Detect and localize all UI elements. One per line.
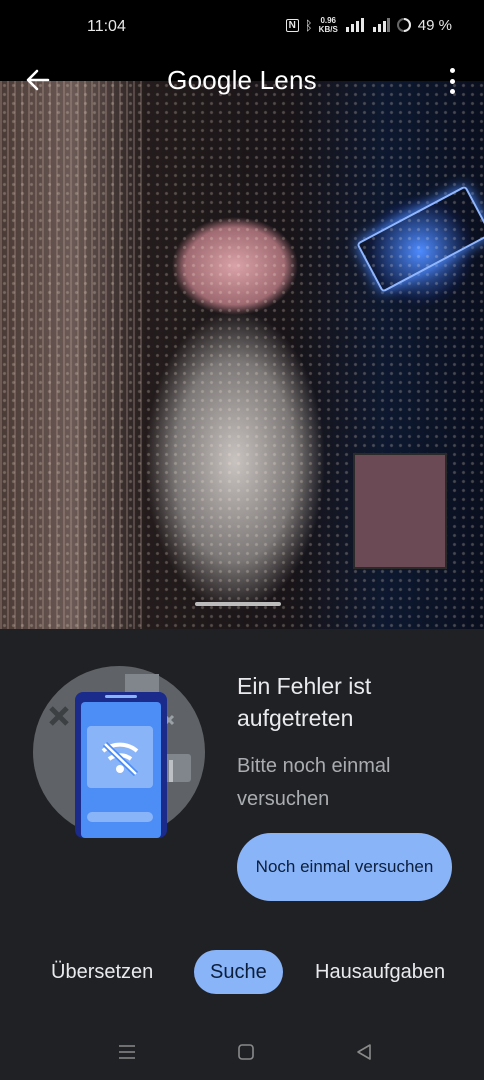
status-bar: 11:04 N ᛒ 0.96 KB/S 49 % <box>0 0 484 56</box>
system-nav-bar <box>0 1029 484 1080</box>
bluetooth-icon: ᛒ <box>304 17 313 33</box>
status-icons: N ᛒ 0.96 KB/S 49 % <box>285 16 452 34</box>
tab-homework[interactable]: Hausaufgaben <box>315 950 445 994</box>
bottom-sheet: Ein Fehler ist aufgetreten Bitte noch ei… <box>0 629 484 1080</box>
captured-photo[interactable] <box>0 81 484 629</box>
home-icon[interactable] <box>235 1041 257 1063</box>
brand-title: Google Lens <box>167 65 317 95</box>
lens-header: Google Lens <box>0 56 484 106</box>
retry-button[interactable]: Noch einmal versuchen <box>237 833 452 901</box>
signal-5g-icon <box>345 18 364 32</box>
drag-handle[interactable] <box>195 602 281 606</box>
tab-translate[interactable]: Übersetzen <box>51 950 153 994</box>
offline-illustration <box>33 666 205 838</box>
battery-ring-icon <box>396 18 411 32</box>
nfc-icon: N <box>285 18 299 32</box>
battery-percent: 49 % <box>417 16 452 34</box>
status-time: 11:04 <box>87 18 126 35</box>
speed-value: 0.96 <box>320 16 337 25</box>
recents-icon[interactable] <box>116 1041 138 1063</box>
tab-search[interactable]: Suche <box>194 950 283 994</box>
photo-display-screen <box>353 453 447 569</box>
mode-tabs: Übersetzen Suche Hausaufgaben <box>0 950 484 994</box>
network-speed: 0.96 KB/S <box>319 16 338 34</box>
error-subtitle: Bitte noch einmal versuchen <box>237 755 391 810</box>
speed-unit: KB/S <box>318 25 338 34</box>
more-vert-icon[interactable] <box>448 68 456 94</box>
error-title: Ein Fehler ist aufgetreten <box>237 673 372 731</box>
signal-icon <box>372 18 390 32</box>
back-nav-icon[interactable] <box>353 1041 375 1063</box>
